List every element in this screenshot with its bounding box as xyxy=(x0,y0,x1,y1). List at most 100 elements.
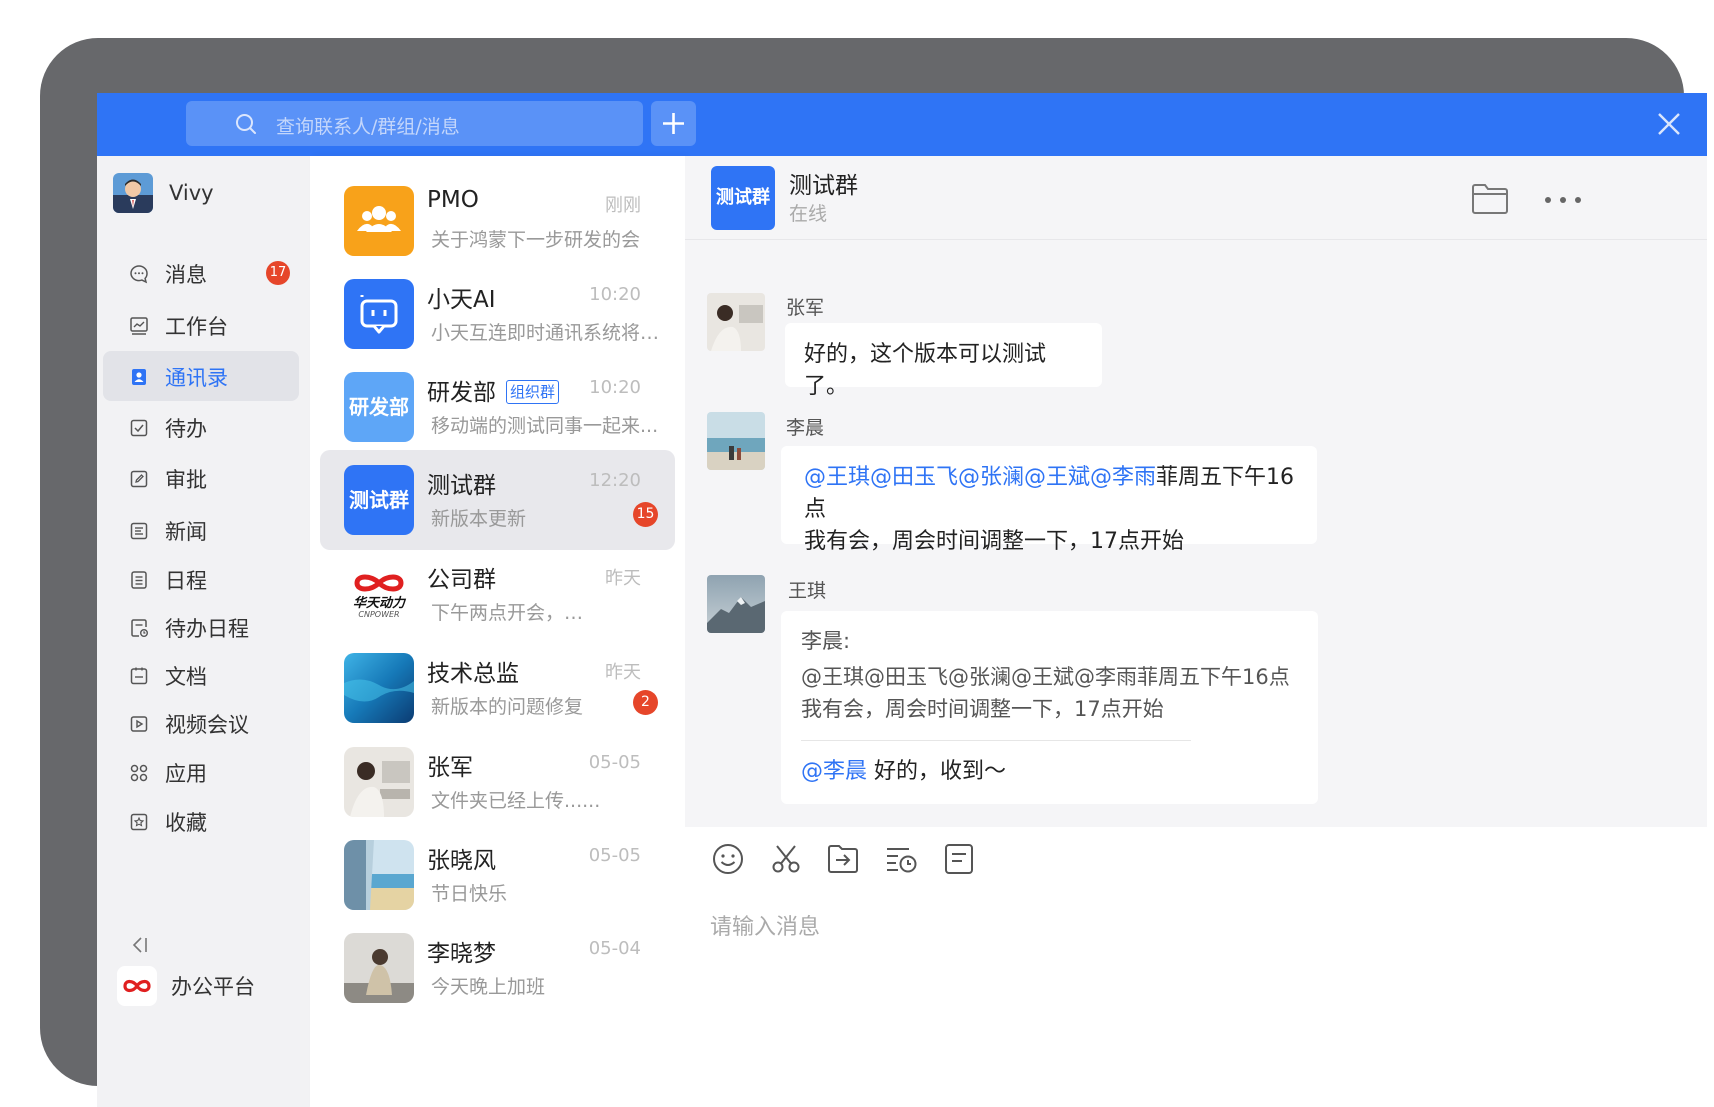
avatar[interactable] xyxy=(707,412,765,470)
nav-item-workbench[interactable]: 工作台 xyxy=(103,300,299,350)
conversation-item-company-group[interactable]: 华天动力 CNPOWER 公司群 昨天 下午两点开会，… xyxy=(320,544,675,644)
group-avatar-icon xyxy=(344,186,414,256)
message-icon xyxy=(130,265,148,284)
chat-history-icon[interactable] xyxy=(884,842,918,876)
unread-badge: 2 xyxy=(633,690,658,715)
conversation-item-tech-director[interactable]: 技术总监 昨天 新版本的问题修复 2 xyxy=(320,638,675,738)
conversation-list: PMO 刚刚 关于鸿蒙下一步研发的会 小天AI 10:20 小天互连即时通讯系统… xyxy=(310,156,685,1107)
conversation-name: 技术总监 xyxy=(427,661,519,687)
message-text: 好的，收到～ xyxy=(867,759,1007,784)
video-meeting-icon xyxy=(130,716,148,732)
nav-label: 收藏 xyxy=(165,811,207,835)
message-bubble: @王琪@田玉飞@张澜@王斌@李雨菲周五下午16点 我有会，周会时间调整一下，17… xyxy=(781,446,1317,554)
nav-item-messages[interactable]: 消息 17 xyxy=(103,248,299,298)
conversation-time: 昨天 xyxy=(605,662,641,683)
nav-label: 待办 xyxy=(165,417,207,441)
nav-label: 新闻 xyxy=(165,520,207,544)
nav-item-video-meeting[interactable]: 视频会议 xyxy=(103,698,299,748)
message-composer: 请输入消息 xyxy=(685,827,1707,1107)
conversation-item-xiaotian-ai[interactable]: 小天AI 10:20 小天互连即时通讯系统将在... xyxy=(320,264,675,364)
avatar[interactable] xyxy=(707,293,765,351)
top-bar: 查询联系人/群组/消息 xyxy=(97,93,1707,156)
nav-label: 待办日程 xyxy=(165,617,249,641)
conversation-item-zhang-xiaofeng[interactable]: 张晓风 05-05 节日快乐 xyxy=(320,825,675,925)
apps-icon xyxy=(130,764,148,782)
nav-item-favorites[interactable]: 收藏 xyxy=(103,796,299,846)
nav-item-approval[interactable]: 审批 xyxy=(103,453,299,503)
message-input[interactable]: 请输入消息 xyxy=(710,909,820,941)
avatar[interactable] xyxy=(707,575,765,633)
document-icon xyxy=(130,667,148,685)
conversation-preview: 今天晚上加班 xyxy=(431,976,546,998)
emoji-icon[interactable] xyxy=(711,842,745,876)
nav-item-schedule[interactable]: 日程 xyxy=(103,554,299,604)
platform-logo-icon xyxy=(117,966,157,1006)
nav-label: 视频会议 xyxy=(165,713,249,737)
workbench-icon xyxy=(130,317,148,335)
mention-link[interactable]: @李晨 xyxy=(801,759,867,784)
avatar xyxy=(344,653,414,723)
message-text: 好的，这个版本可以测试了。 xyxy=(804,342,1047,399)
message-bubble: 李晨: @王琪@田玉飞@张澜@王斌@李雨菲周五下午16点 我有会，周会时间调整一… xyxy=(781,611,1318,804)
conversation-name: PMO xyxy=(427,187,479,213)
nav-label: 工作台 xyxy=(165,315,228,339)
news-icon xyxy=(130,522,148,540)
conversation-preview: 新版本更新 xyxy=(431,508,527,530)
todo-schedule-icon xyxy=(131,619,148,637)
conversation-name: 公司群 xyxy=(427,567,496,593)
search-box[interactable]: 查询联系人/群组/消息 xyxy=(186,101,643,146)
platform-label: 办公平台 xyxy=(171,975,255,999)
conversation-preview: 文件夹已经上传...... xyxy=(431,790,601,812)
current-user[interactable]: Vivy xyxy=(113,173,214,213)
schedule-icon xyxy=(131,571,147,589)
unread-badge: 15 xyxy=(633,502,658,527)
search-icon xyxy=(236,114,256,134)
conversation-item-rd-dept[interactable]: 研发部 研发部 组织群 10:20 移动端的测试同事一起来... xyxy=(320,357,675,457)
quote-text: 我有会，周会时间调整一下，17点开始 xyxy=(801,697,1164,721)
conversation-item-zhang-jun[interactable]: 张军 05-05 文件夹已经上传...... xyxy=(320,732,675,832)
company-logo-icon: 华天动力 CNPOWER xyxy=(344,559,414,629)
todo-icon xyxy=(130,419,148,437)
nav-label: 通讯录 xyxy=(165,366,228,390)
note-icon[interactable] xyxy=(942,842,976,876)
conversation-item-pmo[interactable]: PMO 刚刚 关于鸿蒙下一步研发的会 xyxy=(320,171,675,271)
conversation-item-test-group[interactable]: 测试群 测试群 12:20 新版本更新 15 xyxy=(320,450,675,550)
nav-label: 文档 xyxy=(165,665,207,689)
favorites-icon xyxy=(130,813,148,831)
nav-item-news[interactable]: 新闻 xyxy=(103,505,299,555)
conversation-item-li-xiaomeng[interactable]: 李晓梦 05-04 今天晚上加班 xyxy=(320,918,675,1018)
group-avatar: 测试群 xyxy=(344,465,414,535)
message-sender: 王琪 xyxy=(788,580,827,602)
add-button[interactable] xyxy=(651,101,696,146)
folder-icon[interactable] xyxy=(1471,183,1509,215)
mention-link[interactable]: @王琪@田玉飞@张澜@王斌@李雨 xyxy=(804,465,1156,490)
nav-label: 应用 xyxy=(165,762,207,786)
scissors-icon[interactable] xyxy=(769,842,803,876)
nav-label: 审批 xyxy=(165,468,207,492)
message-text: 我有会，周会时间调整一下，17点开始 xyxy=(804,529,1184,554)
group-avatar: 研发部 xyxy=(344,372,414,442)
conversation-name: 李晓梦 xyxy=(427,941,496,967)
avatar xyxy=(344,933,414,1003)
nav-item-documents[interactable]: 文档 xyxy=(103,650,299,700)
nav-label: 消息 xyxy=(165,263,207,287)
collapse-sidebar-icon[interactable] xyxy=(129,934,151,956)
conversation-name: 小天AI xyxy=(427,287,496,313)
contacts-icon xyxy=(132,369,146,385)
office-platform[interactable]: 办公平台 xyxy=(117,966,255,1006)
nav-item-contacts[interactable]: 通讯录 xyxy=(103,351,299,401)
nav-item-todo-schedule[interactable]: 待办日程 xyxy=(103,602,299,652)
send-file-icon[interactable] xyxy=(826,842,860,876)
close-icon[interactable] xyxy=(1654,109,1684,139)
nav-item-todo[interactable]: 待办 xyxy=(103,402,299,452)
conversation-time: 05-04 xyxy=(588,938,641,959)
avatar xyxy=(344,840,414,910)
conversation-name: 研发部 组织群 xyxy=(427,373,560,407)
conversation-time: 12:20 xyxy=(589,470,641,491)
nav-item-apps[interactable]: 应用 xyxy=(103,747,299,797)
chat-status: 在线 xyxy=(789,203,828,225)
message-sender: 李晨 xyxy=(786,417,825,439)
quote-sender: 李晨: xyxy=(801,629,851,653)
chat-header: 测试群 测试群 在线 xyxy=(685,156,1707,240)
more-icon[interactable] xyxy=(1543,195,1583,205)
